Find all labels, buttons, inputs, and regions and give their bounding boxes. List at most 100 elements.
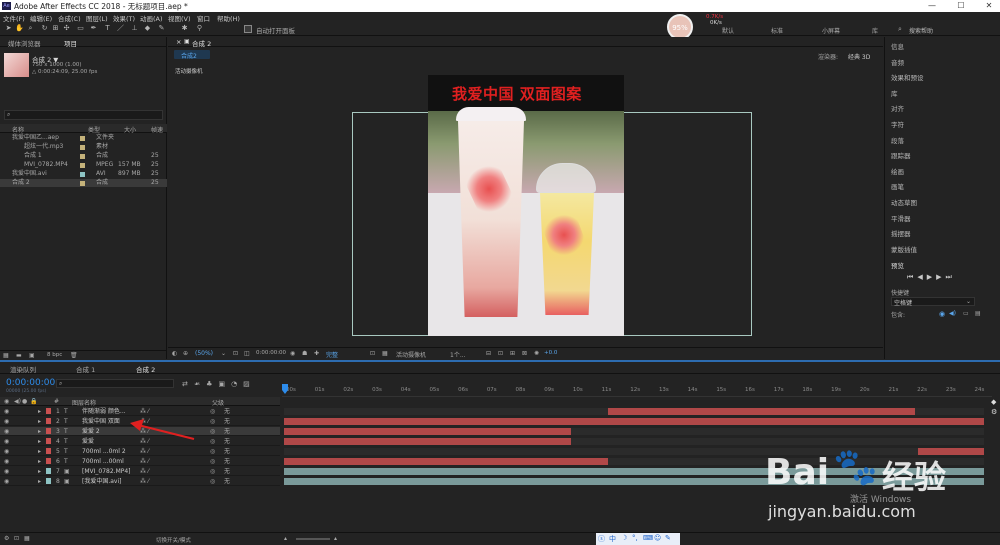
layer-name[interactable]: 我爱中国 双面 xyxy=(82,417,120,426)
panel-item[interactable]: 对齐 xyxy=(891,103,904,113)
layer-switches[interactable]: ⁂ ⁄ xyxy=(140,457,149,466)
col-name[interactable]: 名称 xyxy=(12,125,24,134)
layer-parent[interactable]: 无 xyxy=(224,437,230,446)
layer-parent[interactable]: 无 xyxy=(224,427,230,436)
panel-item[interactable]: 画笔 xyxy=(891,181,904,191)
panel-item[interactable]: 段落 xyxy=(891,135,904,145)
view-layout-select[interactable]: 1个... xyxy=(450,350,466,359)
snapshot-icon[interactable]: ◉ xyxy=(290,350,295,357)
eye-icon[interactable]: ◉ xyxy=(4,427,9,436)
region-of-interest-icon[interactable]: ⊡ xyxy=(370,350,375,357)
video-layer[interactable]: 我爱中国 双面图案 xyxy=(428,75,624,336)
tab-project[interactable]: 项目 xyxy=(64,38,77,48)
exposure-value[interactable]: +0.0 xyxy=(544,350,557,356)
tab-comp-2[interactable]: 合成 2 xyxy=(136,364,155,374)
audio-toggle-icon[interactable]: ◀) xyxy=(949,310,956,317)
project-item[interactable]: 我爱中国乙...aep 文件夹 xyxy=(0,134,167,142)
layer-switches[interactable]: ⁂ ⁄ xyxy=(140,447,149,456)
expand-arrow-icon[interactable]: ▸ xyxy=(38,407,41,416)
collapse-icon[interactable]: ⊡ xyxy=(14,535,19,542)
comp-end-icon[interactable]: ⚙ xyxy=(991,408,997,416)
eye-icon[interactable]: ◉ xyxy=(4,407,9,416)
workspace-default[interactable]: 默认 xyxy=(722,26,734,35)
skin-icon[interactable]: ✎ xyxy=(665,534,671,542)
work-area-end-icon[interactable]: ◆ xyxy=(991,398,996,406)
layer-switches[interactable]: ⁂ ⁄ xyxy=(140,467,149,476)
layer-parent[interactable]: 无 xyxy=(224,447,230,456)
panel-item[interactable]: 摇摆器 xyxy=(891,228,911,238)
panel-item[interactable]: 效果和预设 xyxy=(891,72,924,82)
channel-icon[interactable]: ✚ xyxy=(314,350,319,357)
folder-icon[interactable]: ▬ xyxy=(16,352,22,359)
eye-icon[interactable]: ◉ xyxy=(4,447,9,456)
moon-icon[interactable]: ☽ xyxy=(621,534,627,542)
workspace-standard[interactable]: 标准 xyxy=(771,26,783,35)
timeline-scroll[interactable]: ◆ ⚙ xyxy=(990,384,1000,532)
layer-label-color[interactable] xyxy=(46,428,51,434)
trash-icon[interactable]: 🗑 xyxy=(70,352,78,359)
layer-duration-bar[interactable] xyxy=(284,468,984,475)
layer-label-color[interactable] xyxy=(46,408,51,414)
maximize-button[interactable]: ☐ xyxy=(952,0,970,12)
interpret-icon[interactable]: ▦ xyxy=(3,352,9,359)
punctuation-icon[interactable]: °, xyxy=(632,534,638,542)
eye-icon[interactable]: ◉ xyxy=(4,467,9,476)
mask-visibility-icon[interactable]: ◫ xyxy=(244,350,250,357)
layer-controls-icon[interactable]: ▤ xyxy=(975,310,981,317)
puppet-tool-icon[interactable]: ✱ xyxy=(180,24,189,33)
safe-area-icon[interactable]: ⊡ xyxy=(233,350,238,357)
zoom-select[interactable]: (50%) xyxy=(195,350,213,357)
label-swatch[interactable] xyxy=(80,154,85,159)
grid-icon[interactable]: ⊕ xyxy=(183,350,188,357)
resolution-select[interactable]: 完整 xyxy=(326,350,338,359)
layer-label-color[interactable] xyxy=(46,468,51,474)
eraser-tool-icon[interactable]: ◆ xyxy=(143,24,152,33)
layer-parent[interactable]: 无 xyxy=(224,477,230,486)
panel-item[interactable]: 动态草图 xyxy=(891,197,917,207)
shortcut-select[interactable]: 空格键 ⌄ xyxy=(891,297,975,307)
tab-comp-2-viewer[interactable]: 合成 2 xyxy=(192,38,211,48)
pick-whip-icon[interactable]: ◎ xyxy=(210,437,215,446)
layer-name[interactable]: 爱爱 2 xyxy=(82,427,100,436)
label-swatch[interactable] xyxy=(80,136,85,141)
bpc-label[interactable]: 8 bpc xyxy=(47,352,62,358)
graph-editor-icon[interactable]: ▨ xyxy=(243,380,256,388)
panel-item[interactable]: 跟踪器 xyxy=(891,150,911,160)
expand-icon[interactable]: ⚙ xyxy=(4,535,9,542)
label-swatch[interactable] xyxy=(80,145,85,150)
layer-duration-bar[interactable] xyxy=(284,428,571,435)
fast-preview-icon[interactable]: ⊡ xyxy=(498,350,503,357)
project-item[interactable]: 我爱中国.avi AVI 897 MB 25 xyxy=(0,170,167,178)
panel-item[interactable]: 信息 xyxy=(891,41,904,51)
layer-name[interactable]: [我爱中国.avi] xyxy=(82,477,121,486)
layer-label-color[interactable] xyxy=(46,478,51,484)
pick-whip-icon[interactable]: ◎ xyxy=(210,417,215,426)
pin-tool-icon[interactable]: ⚲ xyxy=(195,24,204,33)
pick-whip-icon[interactable]: ◎ xyxy=(210,447,215,456)
camera-tool-icon[interactable]: ⊞ xyxy=(51,24,60,33)
layer-row[interactable]: ◉ ▸ 7 ▣ [MVI_0782.MP4] 无 ⁂ ⁄ ◎ xyxy=(0,467,280,476)
zoom-tool-icon[interactable]: ⌕ xyxy=(26,24,35,33)
layer-row[interactable]: ◉ ▸ 6 T 700ml ...00ml 无 ⁂ ⁄ ◎ xyxy=(0,457,280,466)
toggle-switches-label[interactable]: 切换开关/模式 xyxy=(156,536,191,544)
label-swatch[interactable] xyxy=(80,172,85,177)
panel-item[interactable]: 库 xyxy=(891,88,898,98)
clone-tool-icon[interactable]: ⊥ xyxy=(130,24,139,33)
close-tab-icon[interactable]: × xyxy=(176,38,181,46)
project-item[interactable]: 合成 1 合成 25 xyxy=(0,152,167,160)
timeline-icon[interactable]: ⊞ xyxy=(510,350,515,357)
col-size[interactable]: 大小 xyxy=(124,125,136,134)
video-toggle-icon[interactable]: ◉ xyxy=(939,310,945,318)
shy-icon[interactable]: ♣ xyxy=(206,380,218,388)
tab-render-queue[interactable]: 渲染队列 xyxy=(10,364,36,374)
overlay-toggle-icon[interactable]: ▭ xyxy=(963,310,969,317)
layer-name[interactable]: [MVI_0782.MP4] xyxy=(82,467,131,476)
expand-arrow-icon[interactable]: ▸ xyxy=(38,417,41,426)
chevron-down-icon[interactable]: ⌄ xyxy=(221,350,226,357)
layer-name[interactable]: 700ml ...0ml 2 xyxy=(82,447,126,456)
time-ruler[interactable]: 00s 01s 02s 03s 04s 05s 06s 07s 08s 09s 10s 11s 12s 1… xyxy=(282,385,992,397)
draft-3d-icon[interactable]: ☙ xyxy=(194,380,206,388)
label-swatch[interactable] xyxy=(80,163,85,168)
layer-label-color[interactable] xyxy=(46,448,51,454)
layer-duration-bar[interactable] xyxy=(284,418,984,425)
